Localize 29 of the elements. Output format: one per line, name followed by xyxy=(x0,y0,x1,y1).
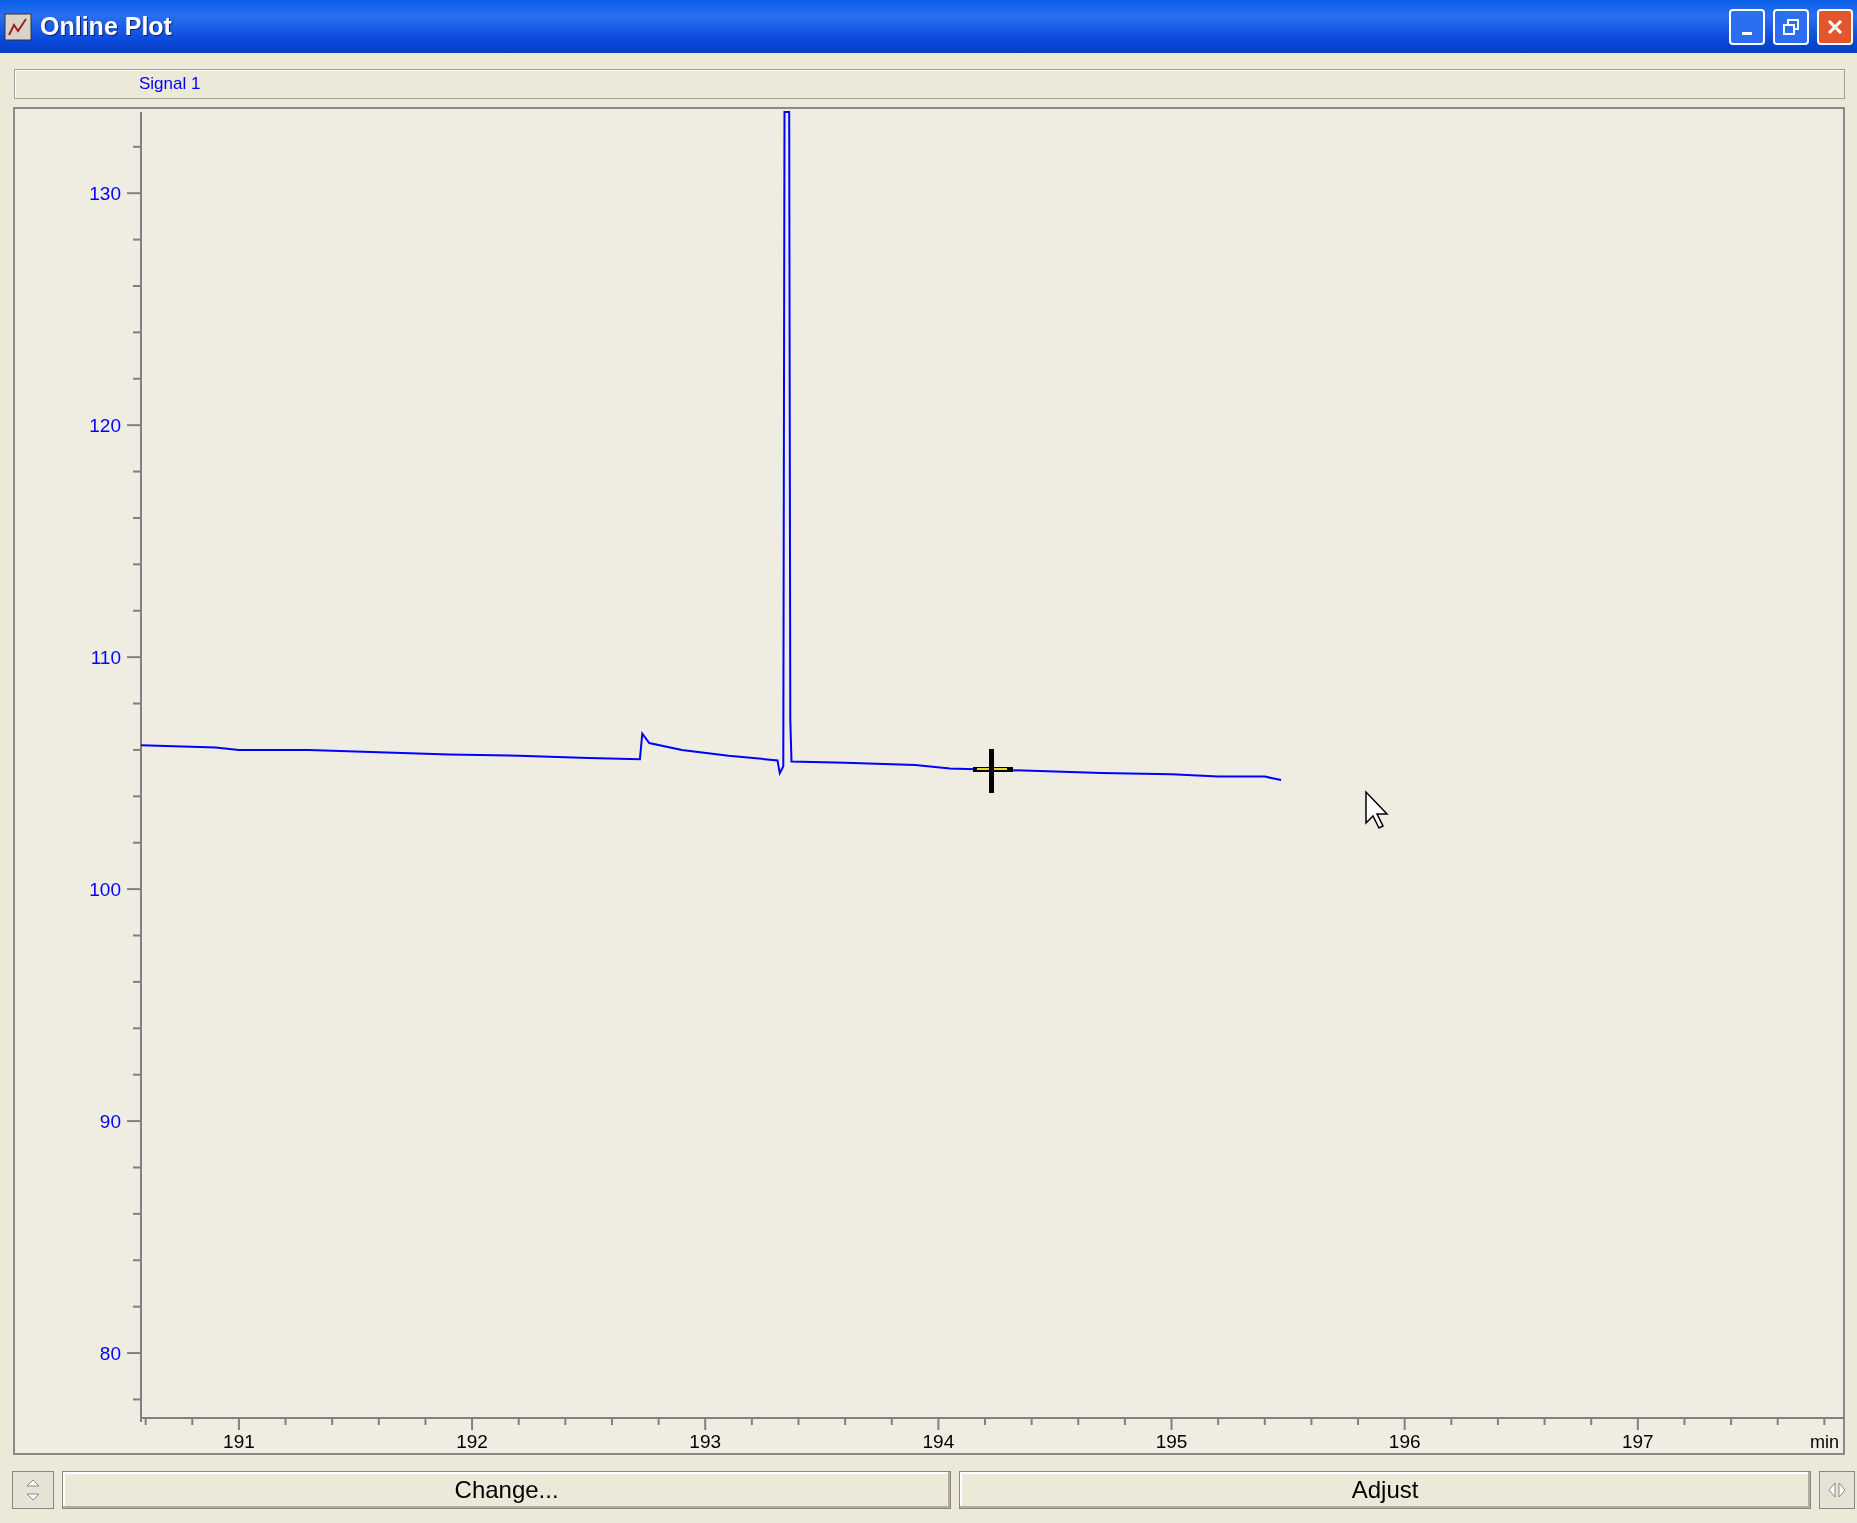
x-tick-label: 194 xyxy=(922,1431,955,1452)
x-axis-label: min xyxy=(1810,1432,1839,1452)
scroll-arrows-button[interactable] xyxy=(1819,1471,1855,1509)
crosshair-cursor-icon xyxy=(973,749,1013,793)
restore-button[interactable] xyxy=(1773,8,1809,45)
y-tick-label: 90 xyxy=(99,1111,121,1133)
app-icon xyxy=(4,12,32,41)
x-tick-label: 193 xyxy=(689,1431,722,1452)
restore-icon xyxy=(1782,17,1800,36)
spin-button[interactable] xyxy=(12,1471,54,1509)
close-icon xyxy=(1826,17,1844,36)
y-tick-label: 120 xyxy=(89,415,121,437)
y-tick-label: 130 xyxy=(89,183,121,205)
x-tick-label: 196 xyxy=(1388,1431,1421,1452)
close-button[interactable] xyxy=(1817,8,1853,45)
change-button[interactable]: Change... xyxy=(62,1471,952,1509)
minimize-button[interactable] xyxy=(1729,8,1765,45)
y-tick-label: 80 xyxy=(99,1343,121,1365)
signal-label: Signal 1 xyxy=(139,73,201,96)
x-tick-label: 192 xyxy=(456,1431,488,1452)
x-tick-label: 191 xyxy=(223,1431,255,1452)
mouse-pointer-icon xyxy=(1365,790,1389,829)
window-title: Online Plot xyxy=(40,10,173,42)
x-tick-label: 197 xyxy=(1622,1431,1654,1452)
minimize-icon xyxy=(1742,32,1752,35)
x-tick-label: 195 xyxy=(1155,1431,1188,1452)
y-tick-label: 100 xyxy=(89,879,121,901)
adjust-button[interactable]: Adjust xyxy=(959,1471,1811,1509)
y-tick-label: 110 xyxy=(90,647,121,669)
